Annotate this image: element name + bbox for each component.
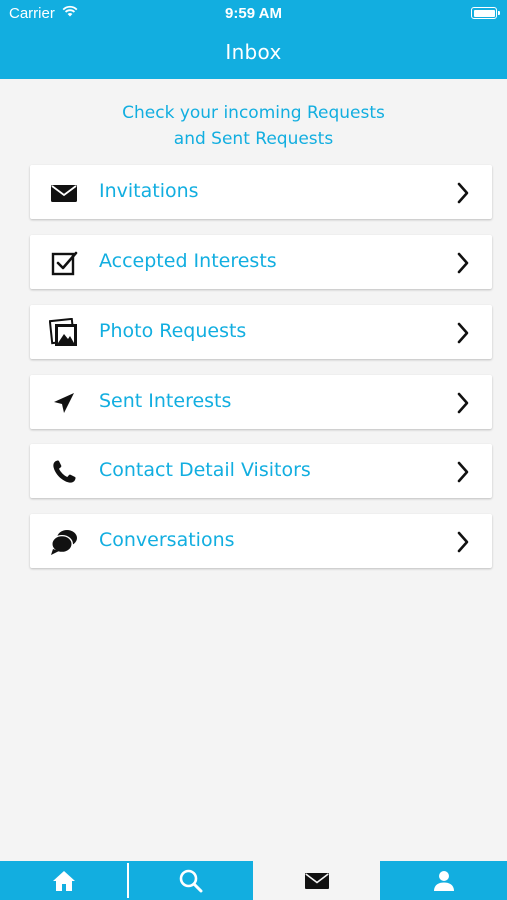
menu-item-label: Photo Requests [99, 320, 247, 342]
intro-line-1: Check your incoming Requests [122, 103, 385, 123]
phone-icon [48, 456, 80, 488]
chevron-right-icon [457, 461, 469, 483]
intro-line-2: and Sent Requests [173, 129, 334, 149]
menu-item-label: Sent Interests [99, 390, 232, 412]
tab-bar [0, 861, 507, 900]
chat-bubbles-icon [48, 526, 80, 558]
tab-inbox[interactable] [253, 861, 380, 900]
menu-item-invitations[interactable]: Invitations [30, 165, 492, 219]
checkbox-icon [48, 247, 80, 279]
chevron-right-icon [457, 322, 469, 344]
status-bar: Carrier 9:59 AM [0, 0, 507, 28]
chevron-right-icon [457, 252, 469, 274]
chevron-right-icon [457, 531, 469, 553]
status-time: 9:59 AM [225, 5, 282, 22]
intro-text: Check your incoming Requests and Sent Re… [0, 100, 507, 152]
app-header: Carrier 9:59 AM Inbox [0, 0, 507, 79]
battery-icon [471, 7, 500, 19]
menu-item-accepted-interests[interactable]: Accepted Interests [30, 235, 492, 289]
home-icon [52, 870, 75, 891]
menu-item-conversations[interactable]: Conversations [30, 514, 492, 568]
menu-item-label: Contact Detail Visitors [99, 459, 311, 481]
menu-item-photo-requests[interactable]: Photo Requests [30, 305, 492, 359]
user-icon [434, 870, 454, 891]
menu-item-label: Accepted Interests [99, 250, 277, 272]
envelope-icon [48, 177, 80, 209]
tab-home[interactable] [0, 861, 127, 900]
menu-item-label: Conversations [99, 529, 235, 551]
envelope-icon [304, 872, 329, 889]
menu-item-contact-detail-visitors[interactable]: Contact Detail Visitors [30, 444, 492, 498]
menu-item-sent-interests[interactable]: Sent Interests [30, 375, 492, 429]
tab-search[interactable] [129, 861, 253, 900]
photo-icon [48, 317, 80, 349]
tab-profile[interactable] [381, 861, 507, 900]
page-title: Inbox [225, 40, 282, 64]
chevron-right-icon [457, 182, 469, 204]
search-icon [179, 869, 203, 892]
menu-item-label: Invitations [99, 180, 199, 202]
chevron-right-icon [457, 392, 469, 414]
send-icon [48, 387, 80, 419]
